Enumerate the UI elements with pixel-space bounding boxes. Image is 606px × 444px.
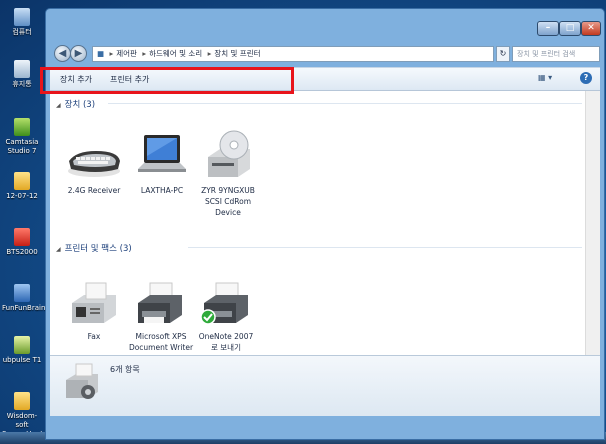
printer-item-xps[interactable]: Microsoft XPS Document Writer bbox=[128, 281, 194, 353]
folder-icon bbox=[14, 172, 30, 190]
desktop-icon-recycle-bin[interactable]: 휴지통 bbox=[2, 60, 42, 89]
desktop-icon-computer[interactable]: 컴퓨터 bbox=[2, 8, 42, 37]
red-highlight-box bbox=[40, 67, 294, 94]
printer-label-xps: Microsoft XPS Document Writer bbox=[128, 332, 194, 352]
breadcrumb-devices-printers[interactable]: 장치 및 프린터 bbox=[214, 49, 260, 58]
app-icon bbox=[14, 228, 30, 246]
device-item-receiver[interactable]: 2.4G Receiver bbox=[62, 135, 126, 196]
printer-item-fax[interactable]: Fax bbox=[62, 281, 126, 342]
forward-button[interactable]: ▶ bbox=[70, 45, 87, 62]
control-panel-icon: ■ bbox=[97, 49, 105, 58]
group-divider bbox=[188, 247, 582, 248]
desktop-icon-folder-date[interactable]: 12-07-12 bbox=[2, 172, 42, 201]
device-item-computer[interactable]: LAXTHA-PC bbox=[130, 135, 194, 196]
cdrom-icon bbox=[200, 129, 256, 181]
device-item-cdrom[interactable]: ZYR 9YNGXUB SCSI CdRom Device bbox=[196, 130, 260, 218]
printer-camera-icon bbox=[62, 362, 102, 404]
content-pane: ◢ 장치 (3) 2.4G Receiver LAXTHA-PC ZYR 9YN… bbox=[50, 91, 600, 355]
device-label-receiver: 2.4G Receiver bbox=[67, 186, 121, 195]
keyboard-icon bbox=[66, 135, 122, 181]
desktop-icon-funfunbrain[interactable]: FunFunBrain bbox=[2, 284, 45, 313]
address-bar[interactable]: ■ ▸ 제어판 ▸ 하드웨어 및 소리 ▸ 장치 및 프린터 bbox=[92, 46, 494, 62]
camtasia-icon bbox=[14, 118, 30, 136]
printer-default-icon bbox=[198, 281, 254, 327]
device-label-cdrom: ZYR 9YNGXUB SCSI CdRom Device bbox=[201, 186, 255, 217]
refresh-button[interactable]: ↻ bbox=[496, 46, 510, 62]
fax-icon bbox=[66, 281, 122, 327]
maximize-button[interactable]: □ bbox=[559, 21, 581, 36]
folder-icon bbox=[14, 392, 30, 410]
printer-label-fax: Fax bbox=[87, 332, 101, 341]
change-view-icon[interactable]: ▦ ▾ bbox=[538, 73, 552, 82]
search-input[interactable]: 장치 및 프린터 검색 bbox=[512, 46, 600, 62]
group-header-devices[interactable]: ◢ 장치 (3) bbox=[56, 98, 95, 110]
printer-icon bbox=[132, 281, 188, 327]
app-icon bbox=[14, 284, 30, 302]
computer-icon bbox=[14, 8, 30, 26]
help-icon[interactable]: ? bbox=[580, 72, 592, 84]
laptop-icon bbox=[134, 131, 190, 181]
printer-item-onenote[interactable]: OneNote 2007로 보내기 bbox=[194, 281, 258, 353]
group-divider bbox=[108, 103, 582, 104]
breadcrumb-hardware-sound[interactable]: 하드웨어 및 소리 bbox=[149, 49, 202, 58]
scrollbar[interactable] bbox=[585, 91, 600, 355]
device-label-computer: LAXTHA-PC bbox=[140, 186, 184, 195]
minimize-button[interactable]: – bbox=[537, 21, 559, 36]
details-pane: 6개 항목 bbox=[50, 355, 600, 416]
back-button[interactable]: ◀ bbox=[54, 45, 71, 62]
printer-label-onenote: OneNote 2007로 보내기 bbox=[198, 332, 254, 352]
item-count-text: 6개 항목 bbox=[110, 365, 140, 374]
app-icon bbox=[14, 336, 30, 354]
desktop-icon-camtasia[interactable]: Camtasia Studio 7 bbox=[2, 118, 42, 156]
address-row: ◀ ▶ ■ ▸ 제어판 ▸ 하드웨어 및 소리 ▸ 장치 및 프린터 ↻ 장치 및 프… bbox=[50, 43, 600, 65]
collapse-triangle-icon[interactable]: ◢ bbox=[56, 102, 61, 109]
group-header-printers[interactable]: ◢ 프린터 및 팩스 (3) bbox=[56, 242, 132, 254]
collapse-triangle-icon[interactable]: ◢ bbox=[56, 246, 61, 253]
title-bar[interactable]: – □ ✕ bbox=[46, 9, 604, 43]
breadcrumb-control-panel[interactable]: 제어판 bbox=[116, 49, 137, 58]
desktop-icon-bts2000[interactable]: BTS2000 bbox=[2, 228, 42, 257]
close-button[interactable]: ✕ bbox=[581, 21, 601, 36]
recycle-bin-icon bbox=[14, 60, 30, 78]
desktop-icon-ubpulse[interactable]: ubpulse T1 bbox=[2, 336, 42, 365]
